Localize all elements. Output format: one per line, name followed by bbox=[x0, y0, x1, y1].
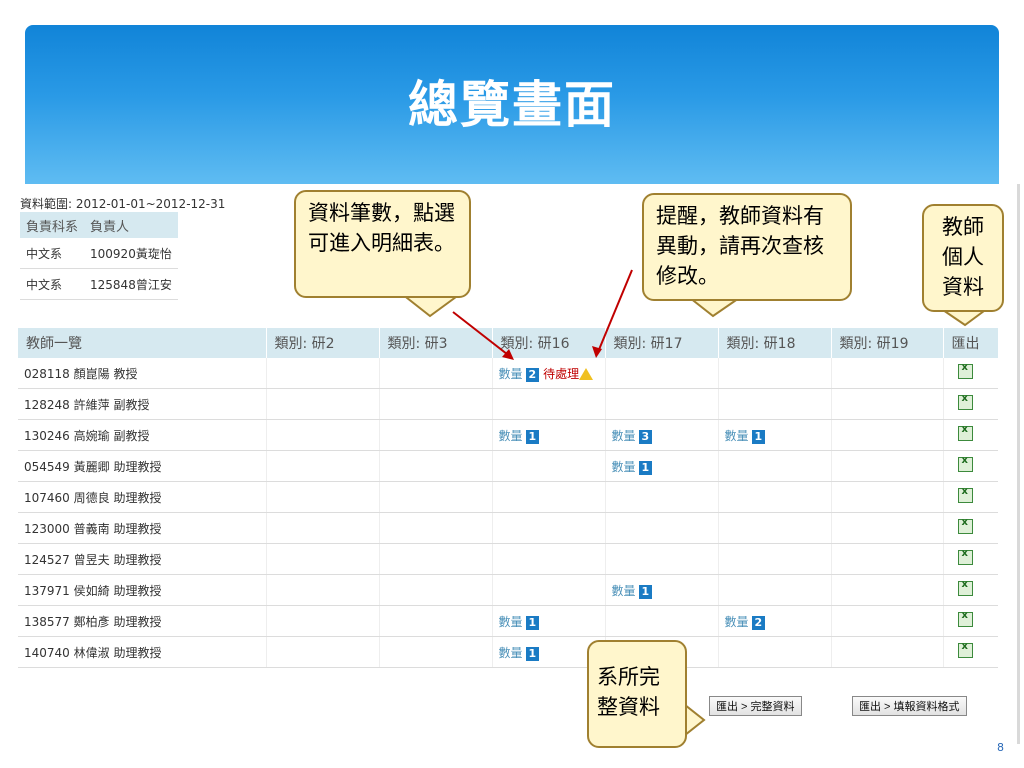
dept-callout-tail bbox=[684, 702, 706, 738]
count-callout: 資料筆數，點選可進入明細表。 bbox=[294, 190, 471, 298]
personal-callout: 教師個人資料 bbox=[922, 204, 1004, 312]
reminder-arrow-line bbox=[597, 269, 633, 353]
count-arrow-line bbox=[452, 311, 513, 359]
dept-callout: 系所完整資料 bbox=[587, 640, 687, 748]
reminder-callout: 提醒，教師資料有異動，請再次查核修改。 bbox=[642, 193, 852, 301]
callout-arrows bbox=[399, 269, 992, 738]
